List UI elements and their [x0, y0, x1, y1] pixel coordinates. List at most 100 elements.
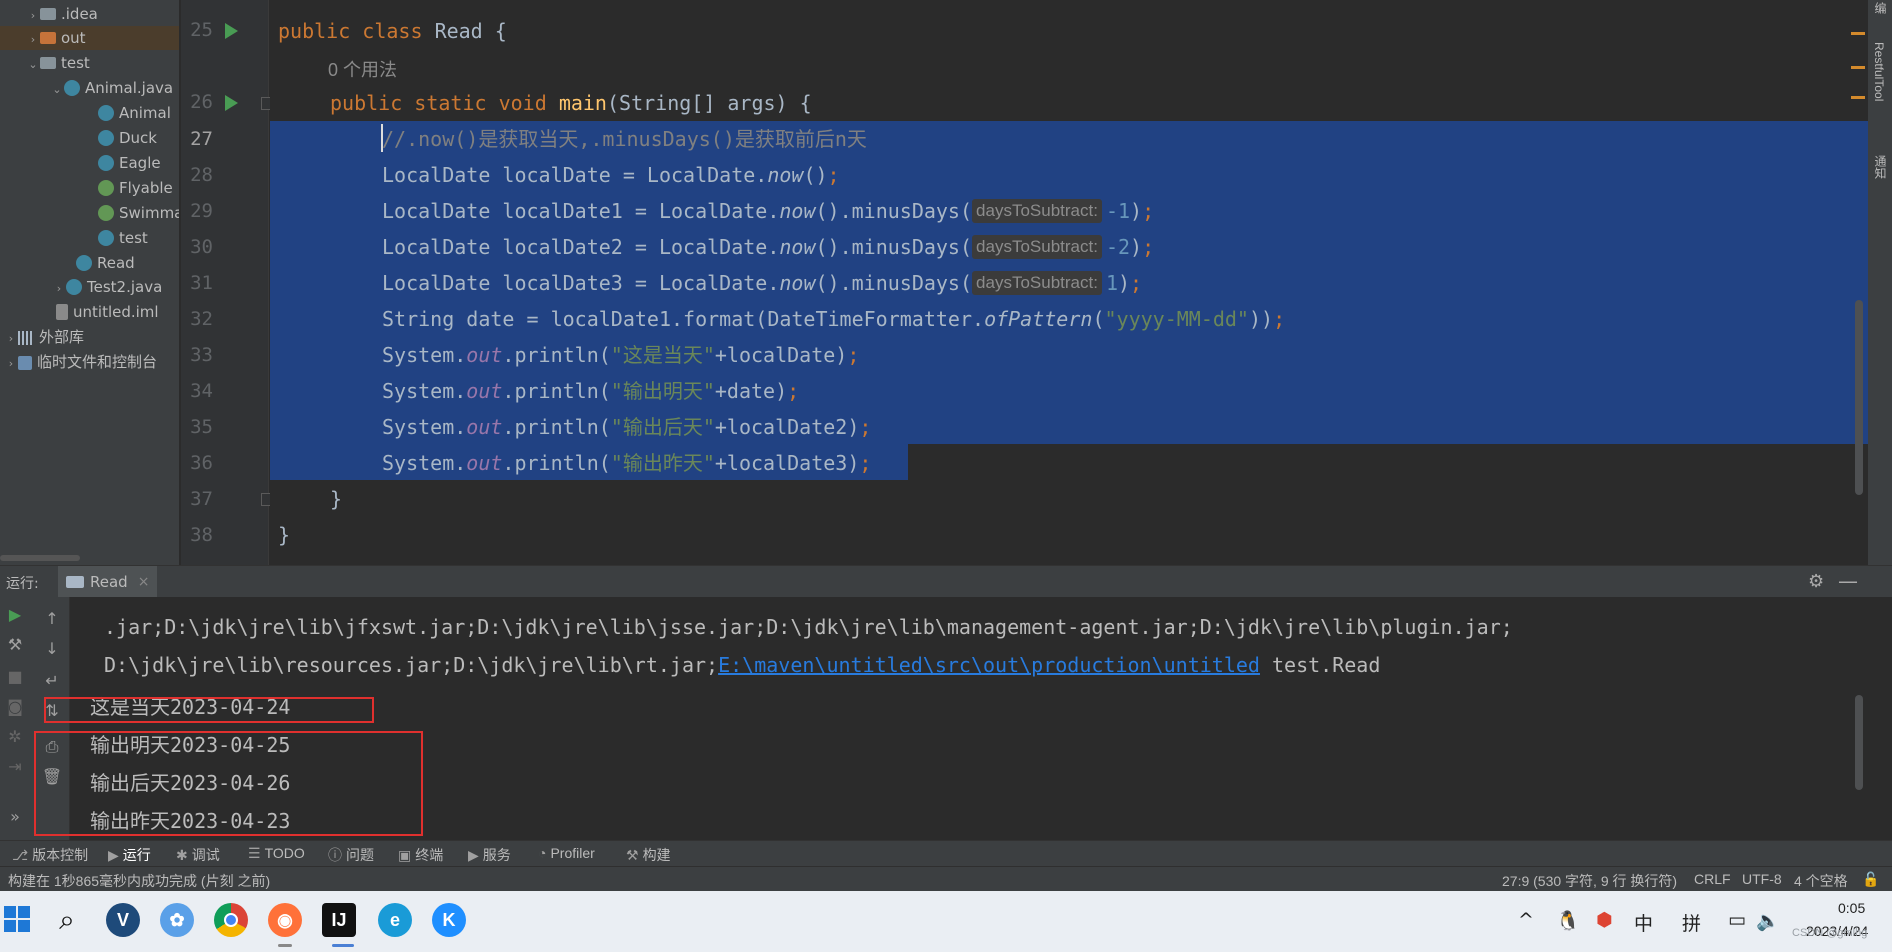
ime-pinyin-mode[interactable]: 拼 — [1682, 909, 1701, 936]
more-icon[interactable]: » — [0, 807, 30, 826]
caret-position[interactable]: 27:9 (530 字符, 9 行 换行符) — [1502, 871, 1677, 891]
collapse-arrow-icon[interactable]: ⌄ — [26, 53, 40, 77]
kugou-icon[interactable]: K — [432, 903, 466, 937]
app-tray-icon[interactable]: ⬢ — [1596, 909, 1613, 931]
tree-item-flyable[interactable]: Flyable — [98, 176, 173, 200]
line-number: 35 — [190, 416, 213, 438]
tw-profiler[interactable]: ◔ Profiler — [538, 845, 595, 861]
string-literal: "输出后天" — [610, 415, 715, 439]
expand-arrow-icon[interactable]: › — [4, 327, 18, 351]
run-main-icon[interactable] — [225, 95, 238, 111]
code-editor[interactable]: public class Read { 0 个用法 public static … — [270, 0, 1868, 565]
warning-marker[interactable] — [1851, 32, 1865, 35]
tree-item-read[interactable]: Read — [76, 251, 135, 275]
lock-icon[interactable]: 🔓 — [1862, 871, 1879, 888]
tw-run[interactable]: ▶ 运行 — [108, 845, 151, 865]
firefox-icon[interactable]: ◉ — [268, 903, 302, 937]
number-literal: -1 — [1105, 199, 1131, 223]
tw-problems[interactable]: ⓘ 问题 — [328, 845, 374, 865]
line-number: 27 — [190, 128, 213, 150]
tree-item-swimmal[interactable]: Swimmal — [98, 201, 179, 225]
output-path-link[interactable]: E:\maven\untitled\src\out\production\unt… — [718, 653, 1260, 677]
tray-chevron-icon[interactable]: ^ — [1518, 909, 1534, 931]
collapse-arrow-icon[interactable]: ⌄ — [50, 78, 64, 102]
expand-arrow-icon[interactable]: › — [4, 352, 18, 376]
tree-item-test-class[interactable]: test — [98, 226, 148, 250]
expand-arrow-icon[interactable]: › — [26, 28, 40, 52]
tw-debug[interactable]: ✱ 调试 — [176, 845, 220, 865]
expand-arrow-icon[interactable]: › — [52, 277, 66, 301]
edge-icon[interactable]: e — [378, 903, 412, 937]
code-text: now — [779, 235, 816, 259]
tree-item-animal[interactable]: Animal — [98, 101, 171, 125]
search-icon[interactable]: ⌕ — [50, 903, 84, 937]
tree-horizontal-scrollbar[interactable] — [0, 555, 80, 561]
tree-item-out[interactable]: › out — [0, 26, 179, 52]
right-strip-label[interactable]: 编 — [1872, 2, 1889, 14]
arrow-up-icon[interactable]: ↑ — [37, 609, 67, 628]
tree-item-test2-java[interactable]: › Test2.java — [52, 275, 162, 299]
close-icon[interactable]: × — [138, 574, 150, 590]
ime-chinese-mode[interactable]: 中 — [1634, 909, 1653, 936]
tree-item-external-libraries[interactable]: › 外部库 — [4, 325, 84, 349]
number-literal: -2 — [1105, 235, 1131, 259]
code-line-29: LocalDate localDate1 = LocalDate.now().m… — [382, 196, 1154, 226]
arrow-down-icon[interactable]: ↓ — [37, 639, 67, 658]
chrome-icon[interactable] — [214, 903, 248, 937]
status-message[interactable]: 构建在 1秒865毫秒内成功完成 (片刻 之前) — [8, 871, 270, 891]
qq-icon[interactable]: 🐧 — [1556, 909, 1580, 932]
exit-icon[interactable]: ⇥ — [0, 757, 30, 776]
tw-services[interactable]: ▶ 服务 — [468, 845, 511, 865]
tw-label: TODO — [264, 845, 305, 861]
tw-version-control[interactable]: ⎇ 版本控制 — [12, 845, 88, 865]
volume-icon[interactable]: 🔈 — [1756, 909, 1780, 932]
line-number: 30 — [190, 236, 213, 258]
windows-start-icon[interactable] — [4, 906, 30, 932]
vmware-icon[interactable]: V — [106, 903, 140, 937]
run-tab-read[interactable]: Read × — [58, 566, 158, 598]
tw-todo[interactable]: ☰ TODO — [248, 845, 305, 862]
warning-marker[interactable] — [1851, 66, 1865, 69]
gear-icon[interactable]: ⚙ — [1808, 571, 1824, 592]
expand-arrow-icon[interactable]: › — [26, 4, 40, 28]
restfultool-tab[interactable]: RestfulTool — [1872, 42, 1886, 101]
code-line-36: System.out.println("输出昨天"+localDate3); — [382, 448, 871, 478]
stop-icon[interactable]: ■ — [0, 667, 30, 686]
code-text: System. — [382, 415, 467, 439]
indent-setting[interactable]: 4 个空格 — [1794, 871, 1848, 891]
running-indicator — [278, 944, 292, 947]
console-scrollbar[interactable] — [1855, 695, 1863, 790]
editor-scrollbar[interactable] — [1855, 300, 1863, 495]
notifications-tab[interactable]: 通知 — [1872, 155, 1889, 179]
camera-icon[interactable]: ◙ — [0, 697, 30, 716]
tree-item-label: 外部库 — [39, 328, 85, 346]
method-name: main — [558, 91, 607, 115]
tree-item-scratches[interactable]: › 临时文件和控制台 — [4, 350, 157, 374]
network-icon[interactable]: ▭ — [1728, 909, 1746, 931]
code-text: +localDate) — [714, 343, 848, 367]
semicolon: ; — [1273, 307, 1286, 331]
clock-time[interactable]: 0:05 — [1838, 900, 1865, 916]
rerun-icon[interactable]: ▶ — [0, 605, 30, 624]
photos-icon[interactable]: ✿ — [160, 903, 194, 937]
file-encoding[interactable]: UTF-8 — [1742, 871, 1782, 887]
run-class-icon[interactable] — [225, 23, 238, 39]
warning-marker[interactable] — [1851, 96, 1865, 99]
usage-hint[interactable]: 0 个用法 — [328, 56, 397, 82]
console-text: D:\jdk\jre\lib\resources.jar;D:\jdk\jre\… — [104, 653, 719, 677]
intellij-icon[interactable]: IJ — [322, 903, 356, 937]
line-separator[interactable]: CRLF — [1694, 871, 1731, 887]
tree-item-idea[interactable]: › .idea — [26, 2, 98, 26]
code-text: String date = localDate1.format(DateTime… — [382, 307, 985, 331]
wrench-icon[interactable]: ⚒ — [0, 635, 30, 654]
tree-item-animal-java[interactable]: ⌄ Animal.java — [50, 76, 173, 100]
soft-wrap-icon[interactable]: ↵ — [37, 671, 67, 690]
tree-item-eagle[interactable]: Eagle — [98, 151, 161, 175]
minimize-icon[interactable]: — — [1838, 569, 1858, 593]
tree-item-untitled-iml[interactable]: untitled.iml — [56, 300, 159, 324]
tree-item-duck[interactable]: Duck — [98, 126, 157, 150]
settings-icon[interactable]: ✲ — [0, 727, 30, 746]
tree-item-test-folder[interactable]: ⌄ test — [26, 51, 89, 77]
tw-terminal[interactable]: ▣ 终端 — [398, 845, 443, 865]
tw-build[interactable]: ⚒ 构建 — [626, 845, 671, 865]
